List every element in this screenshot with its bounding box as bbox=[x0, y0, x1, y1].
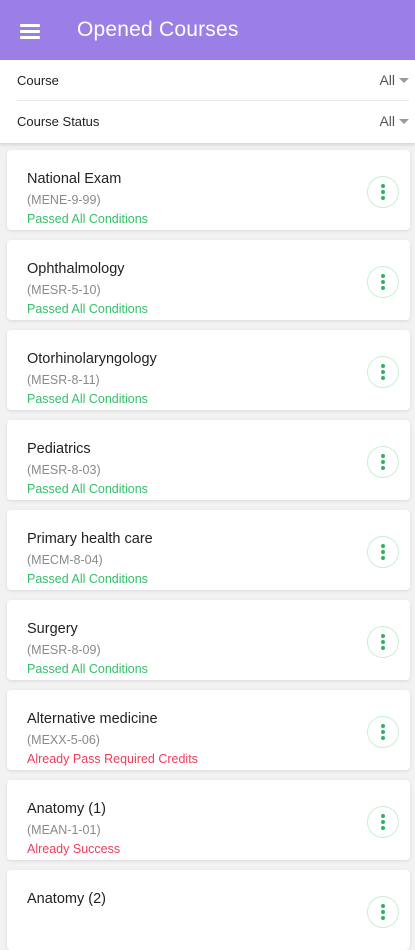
course-name: Pediatrics bbox=[27, 441, 91, 457]
course-status: Already Pass Required Credits bbox=[27, 752, 198, 766]
hamburger-menu-icon[interactable] bbox=[20, 22, 40, 39]
course-name: National Exam bbox=[27, 171, 122, 187]
course-status-filter[interactable]: Course Status All bbox=[17, 101, 409, 141]
course-card[interactable]: Ophthalmology (MESR-5-10) Passed All Con… bbox=[7, 240, 410, 320]
course-card[interactable]: Anatomy (2) bbox=[7, 870, 410, 950]
course-status: Passed All Conditions bbox=[27, 302, 148, 316]
app-bar: Opened Courses bbox=[0, 0, 415, 60]
more-options-button[interactable] bbox=[367, 176, 399, 208]
more-options-button[interactable] bbox=[367, 266, 399, 298]
vertical-dots-icon bbox=[381, 274, 385, 290]
course-status-filter-value: All bbox=[379, 113, 395, 129]
vertical-dots-icon bbox=[381, 814, 385, 830]
course-name: Otorhinolaryngology bbox=[27, 351, 157, 367]
more-options-button[interactable] bbox=[367, 356, 399, 388]
vertical-dots-icon bbox=[381, 184, 385, 200]
course-name: Surgery bbox=[27, 621, 78, 637]
course-code: (MESR-8-11) bbox=[27, 373, 100, 387]
course-status: Passed All Conditions bbox=[27, 482, 148, 496]
vertical-dots-icon bbox=[381, 364, 385, 380]
more-options-button[interactable] bbox=[367, 716, 399, 748]
course-card[interactable]: National Exam (MENE-9-99) Passed All Con… bbox=[7, 150, 410, 230]
course-filter-value: All bbox=[379, 72, 395, 88]
course-card[interactable]: Pediatrics (MESR-8-03) Passed All Condit… bbox=[7, 420, 410, 500]
course-name: Anatomy (1) bbox=[27, 801, 106, 817]
caret-down-icon bbox=[399, 77, 409, 83]
course-status: Passed All Conditions bbox=[27, 572, 148, 586]
course-name: Primary health care bbox=[27, 531, 153, 547]
course-card[interactable]: Alternative medicine (MEXX-5-06) Already… bbox=[7, 690, 410, 770]
course-name: Alternative medicine bbox=[27, 711, 158, 727]
course-card[interactable]: Surgery (MESR-8-09) Passed All Condition… bbox=[7, 600, 410, 680]
course-card[interactable]: Anatomy (1) (MEAN-1-01) Already Success bbox=[7, 780, 410, 860]
more-options-button[interactable] bbox=[367, 536, 399, 568]
course-code: (MEAN-1-01) bbox=[27, 823, 101, 837]
course-filter[interactable]: Course All bbox=[17, 60, 409, 101]
more-options-button[interactable] bbox=[367, 896, 399, 928]
course-code: (MECM-8-04) bbox=[27, 553, 103, 567]
course-code: (MENE-9-99) bbox=[27, 193, 101, 207]
vertical-dots-icon bbox=[381, 634, 385, 650]
more-options-button[interactable] bbox=[367, 806, 399, 838]
course-filter-dropdown[interactable]: All bbox=[379, 72, 409, 88]
course-status-filter-label: Course Status bbox=[17, 113, 100, 129]
vertical-dots-icon bbox=[381, 454, 385, 470]
vertical-dots-icon bbox=[381, 544, 385, 560]
course-code: (MESR-5-10) bbox=[27, 283, 101, 297]
page-title: Opened Courses bbox=[77, 18, 239, 41]
course-card[interactable]: Primary health care (MECM-8-04) Passed A… bbox=[7, 510, 410, 590]
course-code: (MESR-8-09) bbox=[27, 643, 101, 657]
caret-down-icon bbox=[399, 118, 409, 124]
course-name: Ophthalmology bbox=[27, 261, 125, 277]
more-options-button[interactable] bbox=[367, 446, 399, 478]
course-status: Passed All Conditions bbox=[27, 212, 148, 226]
course-code: (MEXX-5-06) bbox=[27, 733, 100, 747]
vertical-dots-icon bbox=[381, 724, 385, 740]
course-status: Passed All Conditions bbox=[27, 392, 148, 406]
course-status: Passed All Conditions bbox=[27, 662, 148, 676]
course-name: Anatomy (2) bbox=[27, 891, 106, 907]
course-card[interactable]: Otorhinolaryngology (MESR-8-11) Passed A… bbox=[7, 330, 410, 410]
course-status: Already Success bbox=[27, 842, 121, 856]
course-code: (MESR-8-03) bbox=[27, 463, 101, 477]
course-status-filter-dropdown[interactable]: All bbox=[379, 113, 409, 129]
course-filter-label: Course bbox=[17, 72, 59, 88]
vertical-dots-icon bbox=[381, 904, 385, 920]
more-options-button[interactable] bbox=[367, 626, 399, 658]
filter-panel: Course All Course Status All bbox=[0, 60, 415, 143]
